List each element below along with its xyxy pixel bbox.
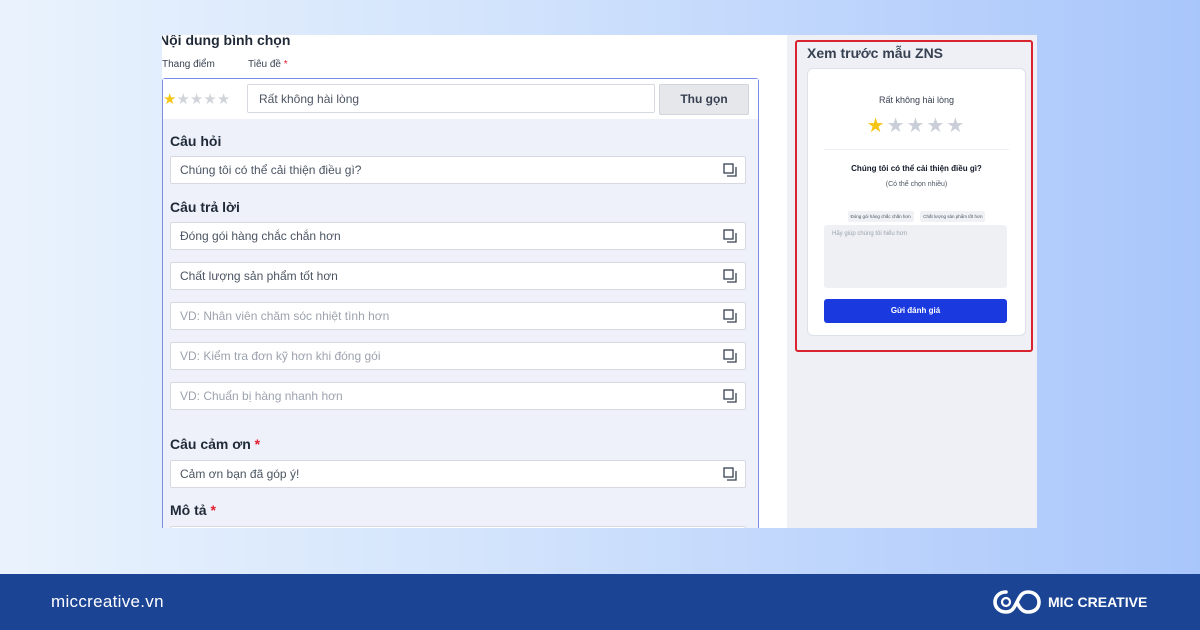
question-value: Chúng tôi có thể cải thiện điều gì? — [180, 163, 362, 177]
copy-icon[interactable] — [723, 229, 737, 243]
thanks-label: Câu cảm ơn * — [170, 436, 261, 452]
answer-field-5[interactable]: VD: Chuẩn bị hàng nhanh hơn — [170, 382, 746, 410]
preview-question: Chúng tôi có thể cải thiện điều gì? — [851, 164, 982, 173]
footer-brand: MIC CREATIVE — [1048, 594, 1148, 610]
preview-chips: Đóng gói hàng chắc chắn hơn Chất lượng s… — [808, 205, 1025, 223]
question-field[interactable]: Chúng tôi có thể cải thiện điều gì? — [170, 156, 746, 184]
copy-icon[interactable] — [723, 349, 737, 363]
answer-value: Đóng gói hàng chắc chắn hơn — [180, 229, 341, 243]
copy-icon[interactable] — [723, 309, 737, 323]
star-empty-icon: ★ — [886, 115, 907, 137]
answer-field-1[interactable]: Đóng gói hàng chắc chắn hơn — [170, 222, 746, 250]
star-empty-icon[interactable]: ★ — [190, 91, 203, 108]
star-empty-icon[interactable]: ★ — [217, 91, 230, 108]
description-field[interactable] — [170, 526, 746, 528]
preview-chip: Đóng gói hàng chắc chắn hơn — [847, 211, 914, 222]
preview-rating-text: Rất không hài lòng — [878, 95, 955, 105]
star-empty-icon[interactable]: ★ — [203, 91, 216, 108]
title-input[interactable]: Rất không hài lòng — [247, 84, 655, 113]
star-filled-icon: ★ — [866, 115, 887, 137]
rating-scale-label: Thang điểm — [162, 59, 215, 70]
preview-hint: (Có thể chọn nhiều) — [885, 181, 948, 188]
answers-label: Câu trả lời — [170, 199, 240, 215]
poll-editor: Nội dung bình chọn Thang điểm Tiêu đề * … — [162, 35, 787, 528]
title-column-label: Tiêu đề * — [248, 59, 288, 70]
copy-icon[interactable] — [723, 163, 737, 177]
app-screenshot: Nội dung bình chọn Thang điểm Tiêu đề * … — [162, 35, 1037, 528]
rating-card-header: ★★★★★ Rất không hài lòng Thu gọn — [163, 79, 758, 119]
mic-creative-logo-icon — [993, 590, 1041, 614]
preview-divider — [824, 149, 1009, 150]
section-title: Nội dung bình chọn — [162, 35, 291, 48]
answer-placeholder: VD: Nhân viên chăm sóc nhiệt tình hơn — [180, 309, 390, 323]
footer-bar: miccreative.vn MIC CREATIVE — [0, 574, 1200, 630]
answer-placeholder: VD: Chuẩn bị hàng nhanh hơn — [180, 389, 343, 403]
star-empty-icon: ★ — [906, 115, 927, 137]
collapse-button[interactable]: Thu gọn — [659, 84, 749, 115]
copy-icon[interactable] — [723, 467, 737, 481]
question-label: Câu hỏi — [170, 133, 222, 149]
rating-stars[interactable]: ★★★★★ — [163, 90, 230, 108]
thanks-value: Cảm ơn bạn đã góp ý! — [180, 467, 300, 481]
star-empty-icon[interactable]: ★ — [176, 91, 189, 108]
zns-preview-card: Rất không hài lòng ★★★★★ Chúng tôi có th… — [807, 68, 1026, 336]
preview-textarea: Hãy giúp chúng tôi hiểu hơn — [824, 225, 1007, 288]
footer-url[interactable]: miccreative.vn — [51, 592, 164, 612]
answer-field-4[interactable]: VD: Kiểm tra đơn kỹ hơn khi đóng gói — [170, 342, 746, 370]
star-empty-icon: ★ — [926, 115, 947, 137]
thanks-field[interactable]: Cảm ơn bạn đã góp ý! — [170, 460, 746, 488]
copy-icon[interactable] — [723, 269, 737, 283]
preview-stars: ★★★★★ — [808, 113, 1025, 138]
answer-value: Chất lượng sản phẩm tốt hơn — [180, 269, 338, 283]
star-filled-icon[interactable]: ★ — [163, 91, 176, 108]
answer-field-2[interactable]: Chất lượng sản phẩm tốt hơn — [170, 262, 746, 290]
preview-chip: Chất lượng sản phẩm tốt hơn — [920, 211, 986, 222]
rating-card: ★★★★★ Rất không hài lòng Thu gọn Câu hỏi… — [162, 78, 759, 528]
star-empty-icon: ★ — [946, 115, 967, 137]
answer-placeholder: VD: Kiểm tra đơn kỹ hơn khi đóng gói — [180, 349, 381, 363]
description-label: Mô tả * — [170, 502, 216, 518]
answer-field-3[interactable]: VD: Nhân viên chăm sóc nhiệt tình hơn — [170, 302, 746, 330]
preview-submit-button: Gửi đánh giá — [824, 299, 1007, 323]
preview-title: Xem trước mẫu ZNS — [807, 45, 944, 61]
copy-icon[interactable] — [723, 389, 737, 403]
